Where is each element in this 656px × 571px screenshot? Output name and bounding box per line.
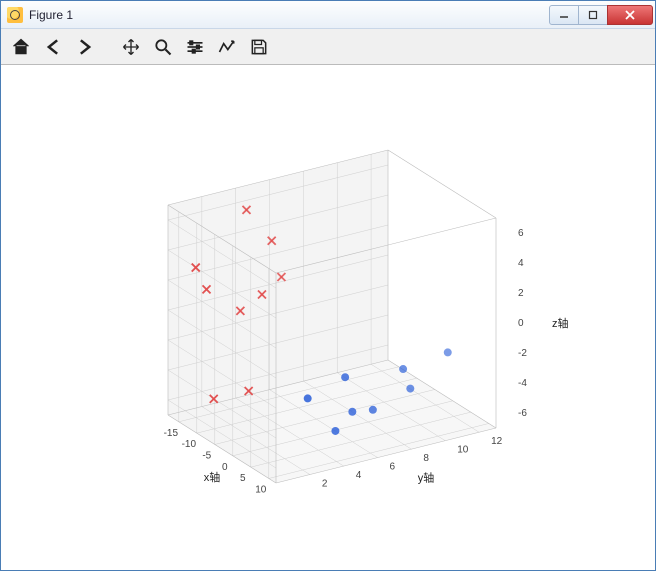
svg-text:0: 0 <box>222 462 228 473</box>
subplots-icon <box>185 37 205 57</box>
svg-text:12: 12 <box>491 436 503 447</box>
svg-text:z轴: z轴 <box>552 316 569 330</box>
svg-text:2: 2 <box>518 288 524 299</box>
svg-text:-15: -15 <box>164 428 179 439</box>
back-icon <box>43 37 63 57</box>
svg-text:-2: -2 <box>518 348 527 359</box>
svg-text:-4: -4 <box>518 378 527 389</box>
svg-text:6: 6 <box>390 462 396 473</box>
svg-text:x轴: x轴 <box>204 470 221 484</box>
home-button[interactable] <box>7 33 35 61</box>
svg-text:10: 10 <box>255 484 267 495</box>
edit-button[interactable] <box>213 33 241 61</box>
svg-text:2: 2 <box>322 479 328 490</box>
configure-subplots-button[interactable] <box>181 33 209 61</box>
pan-icon <box>121 37 141 57</box>
close-button[interactable] <box>607 5 653 25</box>
toolbar <box>1 29 655 65</box>
svg-text:5: 5 <box>240 473 246 484</box>
titlebar: Figure 1 <box>1 1 655 29</box>
forward-button[interactable] <box>71 33 99 61</box>
forward-icon <box>75 37 95 57</box>
svg-text:4: 4 <box>518 258 524 269</box>
svg-text:10: 10 <box>457 445 469 456</box>
scatter-3d-chart: -15-10 -5 0 5 10 2 4 6 8 10 12 -6 -4 -2 0 2 4 6 x轴 y轴 z轴 <box>1 65 655 570</box>
back-button[interactable] <box>39 33 67 61</box>
zoom-button[interactable] <box>149 33 177 61</box>
plot-area[interactable]: -15-10 -5 0 5 10 2 4 6 8 10 12 -6 -4 -2 0 2 4 6 x轴 y轴 z轴 <box>1 65 655 570</box>
save-button[interactable] <box>245 33 273 61</box>
app-window: Figure 1 <box>0 0 656 571</box>
svg-text:-10: -10 <box>182 439 197 450</box>
svg-text:-6: -6 <box>518 408 527 419</box>
pan-button[interactable] <box>117 33 145 61</box>
svg-text:y轴: y轴 <box>418 471 435 485</box>
window-buttons <box>550 5 653 25</box>
app-icon <box>7 7 23 23</box>
svg-text:8: 8 <box>423 453 429 464</box>
zoom-icon <box>153 37 173 57</box>
svg-text:6: 6 <box>518 228 524 239</box>
svg-text:0: 0 <box>518 318 524 329</box>
maximize-button[interactable] <box>578 5 608 25</box>
window-title: Figure 1 <box>29 8 550 22</box>
svg-text:-5: -5 <box>202 450 211 461</box>
save-icon <box>249 37 269 57</box>
minimize-button[interactable] <box>549 5 579 25</box>
home-icon <box>11 37 31 57</box>
edit-icon <box>217 37 237 57</box>
svg-text:4: 4 <box>356 470 362 481</box>
